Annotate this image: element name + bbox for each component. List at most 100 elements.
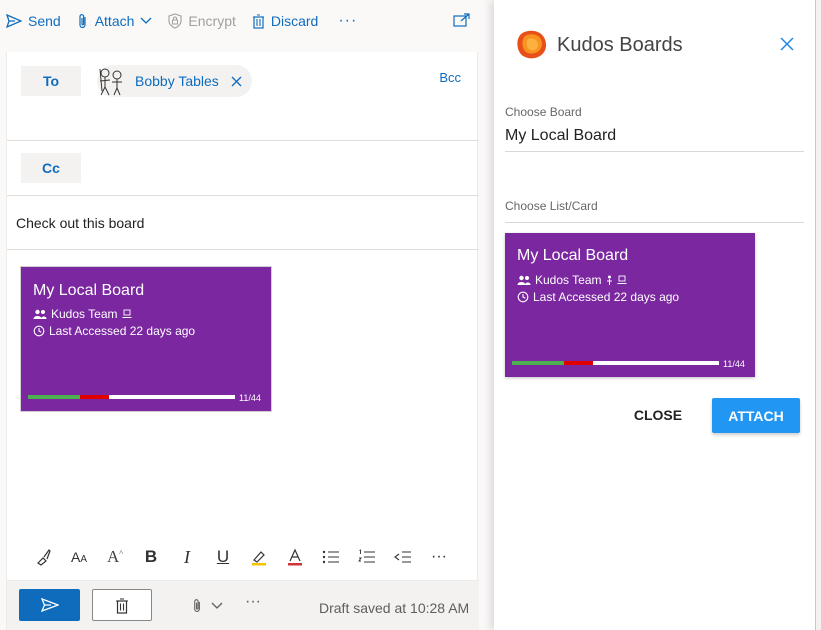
close-icon[interactable] bbox=[231, 76, 242, 87]
cc-row: Cc bbox=[7, 141, 479, 196]
choose-board-underline bbox=[505, 151, 804, 152]
encrypt-label: Encrypt bbox=[188, 13, 236, 29]
recipient-chip[interactable]: Bobby Tables bbox=[97, 65, 252, 97]
board-card-progress bbox=[28, 395, 235, 399]
panel-title: Kudos Boards bbox=[557, 34, 683, 56]
compose-bottom-bar: ··· Draft saved at 10:28 AM bbox=[7, 581, 479, 630]
attach-label: Attach bbox=[94, 13, 135, 29]
italic-button[interactable]: I bbox=[169, 542, 205, 572]
numbered-list-icon bbox=[358, 549, 375, 563]
board-card-team-label: Kudos Team bbox=[51, 307, 118, 321]
lock-icon bbox=[168, 13, 182, 29]
board-card-team: Kudos Team bbox=[517, 273, 627, 287]
more-options-button[interactable]: ··· bbox=[338, 12, 357, 30]
encrypt-toolbar-button[interactable]: Encrypt bbox=[168, 0, 236, 42]
send-toolbar-button[interactable]: Send bbox=[6, 0, 61, 42]
compose-pane: To Bobby Tables Bcc Cc Check out this bo… bbox=[6, 52, 479, 630]
command-toolbar: Send Attach Encrypt Discard ··· bbox=[0, 0, 490, 42]
trash-icon bbox=[252, 14, 264, 29]
laptop-icon bbox=[617, 275, 626, 284]
choose-list-underline bbox=[505, 222, 804, 223]
board-card-last-accessed-label: Last Accessed 22 days ago bbox=[49, 324, 196, 338]
send-button[interactable] bbox=[19, 589, 80, 621]
board-card-title: My Local Board bbox=[33, 282, 145, 299]
font-size-button[interactable]: AA bbox=[61, 542, 97, 572]
board-card-preview[interactable]: My Local Board Kudos Team Last Accessed … bbox=[505, 233, 755, 377]
underline-icon: U bbox=[216, 547, 230, 566]
bullet-list-icon bbox=[322, 550, 339, 564]
board-card-last-accessed-label: Last Accessed 22 days ago bbox=[533, 290, 680, 304]
italic-icon: I bbox=[184, 546, 190, 567]
scrollbar[interactable] bbox=[815, 0, 821, 630]
people-icon bbox=[33, 309, 47, 319]
attach-button[interactable]: ATTACH bbox=[712, 398, 800, 433]
subject-row[interactable]: Check out this board bbox=[7, 196, 479, 250]
send-icon bbox=[40, 598, 59, 612]
board-card-team-label: Kudos Team bbox=[535, 273, 602, 287]
highlight-icon bbox=[252, 551, 266, 566]
grow-font-icon: A^ bbox=[106, 547, 124, 566]
subject-text[interactable]: Check out this board bbox=[16, 215, 144, 231]
board-card-team: Kudos Team bbox=[33, 307, 132, 321]
discard-button[interactable] bbox=[92, 589, 152, 621]
close-icon[interactable] bbox=[780, 37, 794, 51]
progress-red bbox=[563, 361, 593, 365]
chevron-down-icon[interactable] bbox=[211, 602, 223, 610]
bottom-more-button[interactable]: ··· bbox=[245, 593, 261, 611]
clock-icon bbox=[33, 325, 45, 337]
discard-toolbar-button[interactable]: Discard bbox=[252, 0, 318, 42]
board-card-count: 11/44 bbox=[723, 359, 745, 369]
choose-board-label: Choose Board bbox=[505, 105, 582, 119]
format-painter-button[interactable] bbox=[25, 542, 61, 572]
brush-icon bbox=[37, 549, 51, 566]
attach-toolbar-button[interactable]: Attach bbox=[77, 0, 153, 42]
people-icon bbox=[517, 275, 531, 285]
laptop-icon bbox=[122, 309, 131, 318]
send-icon bbox=[6, 14, 22, 28]
grow-font-button[interactable]: A^ bbox=[97, 542, 133, 572]
progress-green bbox=[28, 395, 80, 399]
discard-label: Discard bbox=[270, 13, 319, 29]
board-card-embed[interactable]: My Local Board Kudos Team Last Accessed … bbox=[20, 266, 272, 412]
board-card-last-accessed: Last Accessed 22 days ago bbox=[517, 290, 679, 304]
trash-icon bbox=[116, 597, 128, 614]
cc-button[interactable]: Cc bbox=[21, 153, 81, 183]
close-button[interactable]: CLOSE bbox=[622, 398, 694, 432]
choose-board-select[interactable]: My Local Board bbox=[505, 127, 616, 145]
board-card-title: My Local Board bbox=[517, 247, 629, 264]
paperclip-icon bbox=[194, 599, 200, 612]
recipient-name: Bobby Tables bbox=[135, 73, 219, 89]
font-size-icon: AA bbox=[70, 549, 87, 565]
kudos-logo-icon bbox=[517, 30, 547, 59]
bcc-link[interactable]: Bcc bbox=[439, 70, 461, 85]
highlight-button[interactable] bbox=[241, 542, 277, 572]
bold-icon: B bbox=[144, 547, 158, 566]
decrease-indent-button[interactable] bbox=[385, 542, 421, 572]
format-toolbar: AA A^ B I U ··· bbox=[25, 542, 457, 572]
chevron-down-icon[interactable] bbox=[140, 17, 152, 25]
to-button[interactable]: To bbox=[21, 66, 81, 96]
bold-button[interactable]: B bbox=[133, 542, 169, 572]
board-card-last-accessed: Last Accessed 22 days ago bbox=[33, 324, 195, 338]
bottom-attach-button[interactable] bbox=[192, 597, 223, 614]
paperclip-icon bbox=[79, 14, 86, 29]
board-card-progress bbox=[512, 361, 719, 365]
popout-icon[interactable] bbox=[453, 12, 471, 28]
avatar bbox=[99, 68, 122, 96]
more-format-button[interactable]: ··· bbox=[421, 542, 457, 572]
progress-red bbox=[79, 395, 109, 399]
font-color-icon bbox=[288, 548, 302, 566]
board-card-count: 11/44 bbox=[239, 393, 261, 403]
draft-status: Draft saved at 10:28 AM bbox=[319, 600, 470, 616]
outdent-icon bbox=[394, 551, 411, 563]
clock-icon bbox=[517, 291, 529, 303]
send-label: Send bbox=[28, 13, 61, 29]
choose-list-label[interactable]: Choose List/Card bbox=[505, 199, 598, 213]
bullets-button[interactable] bbox=[313, 542, 349, 572]
to-row: To Bobby Tables Bcc bbox=[7, 52, 479, 141]
progress-green bbox=[512, 361, 564, 365]
numbering-button[interactable] bbox=[349, 542, 385, 572]
font-color-button[interactable] bbox=[277, 542, 313, 572]
person-icon bbox=[606, 275, 612, 285]
underline-button[interactable]: U bbox=[205, 542, 241, 572]
